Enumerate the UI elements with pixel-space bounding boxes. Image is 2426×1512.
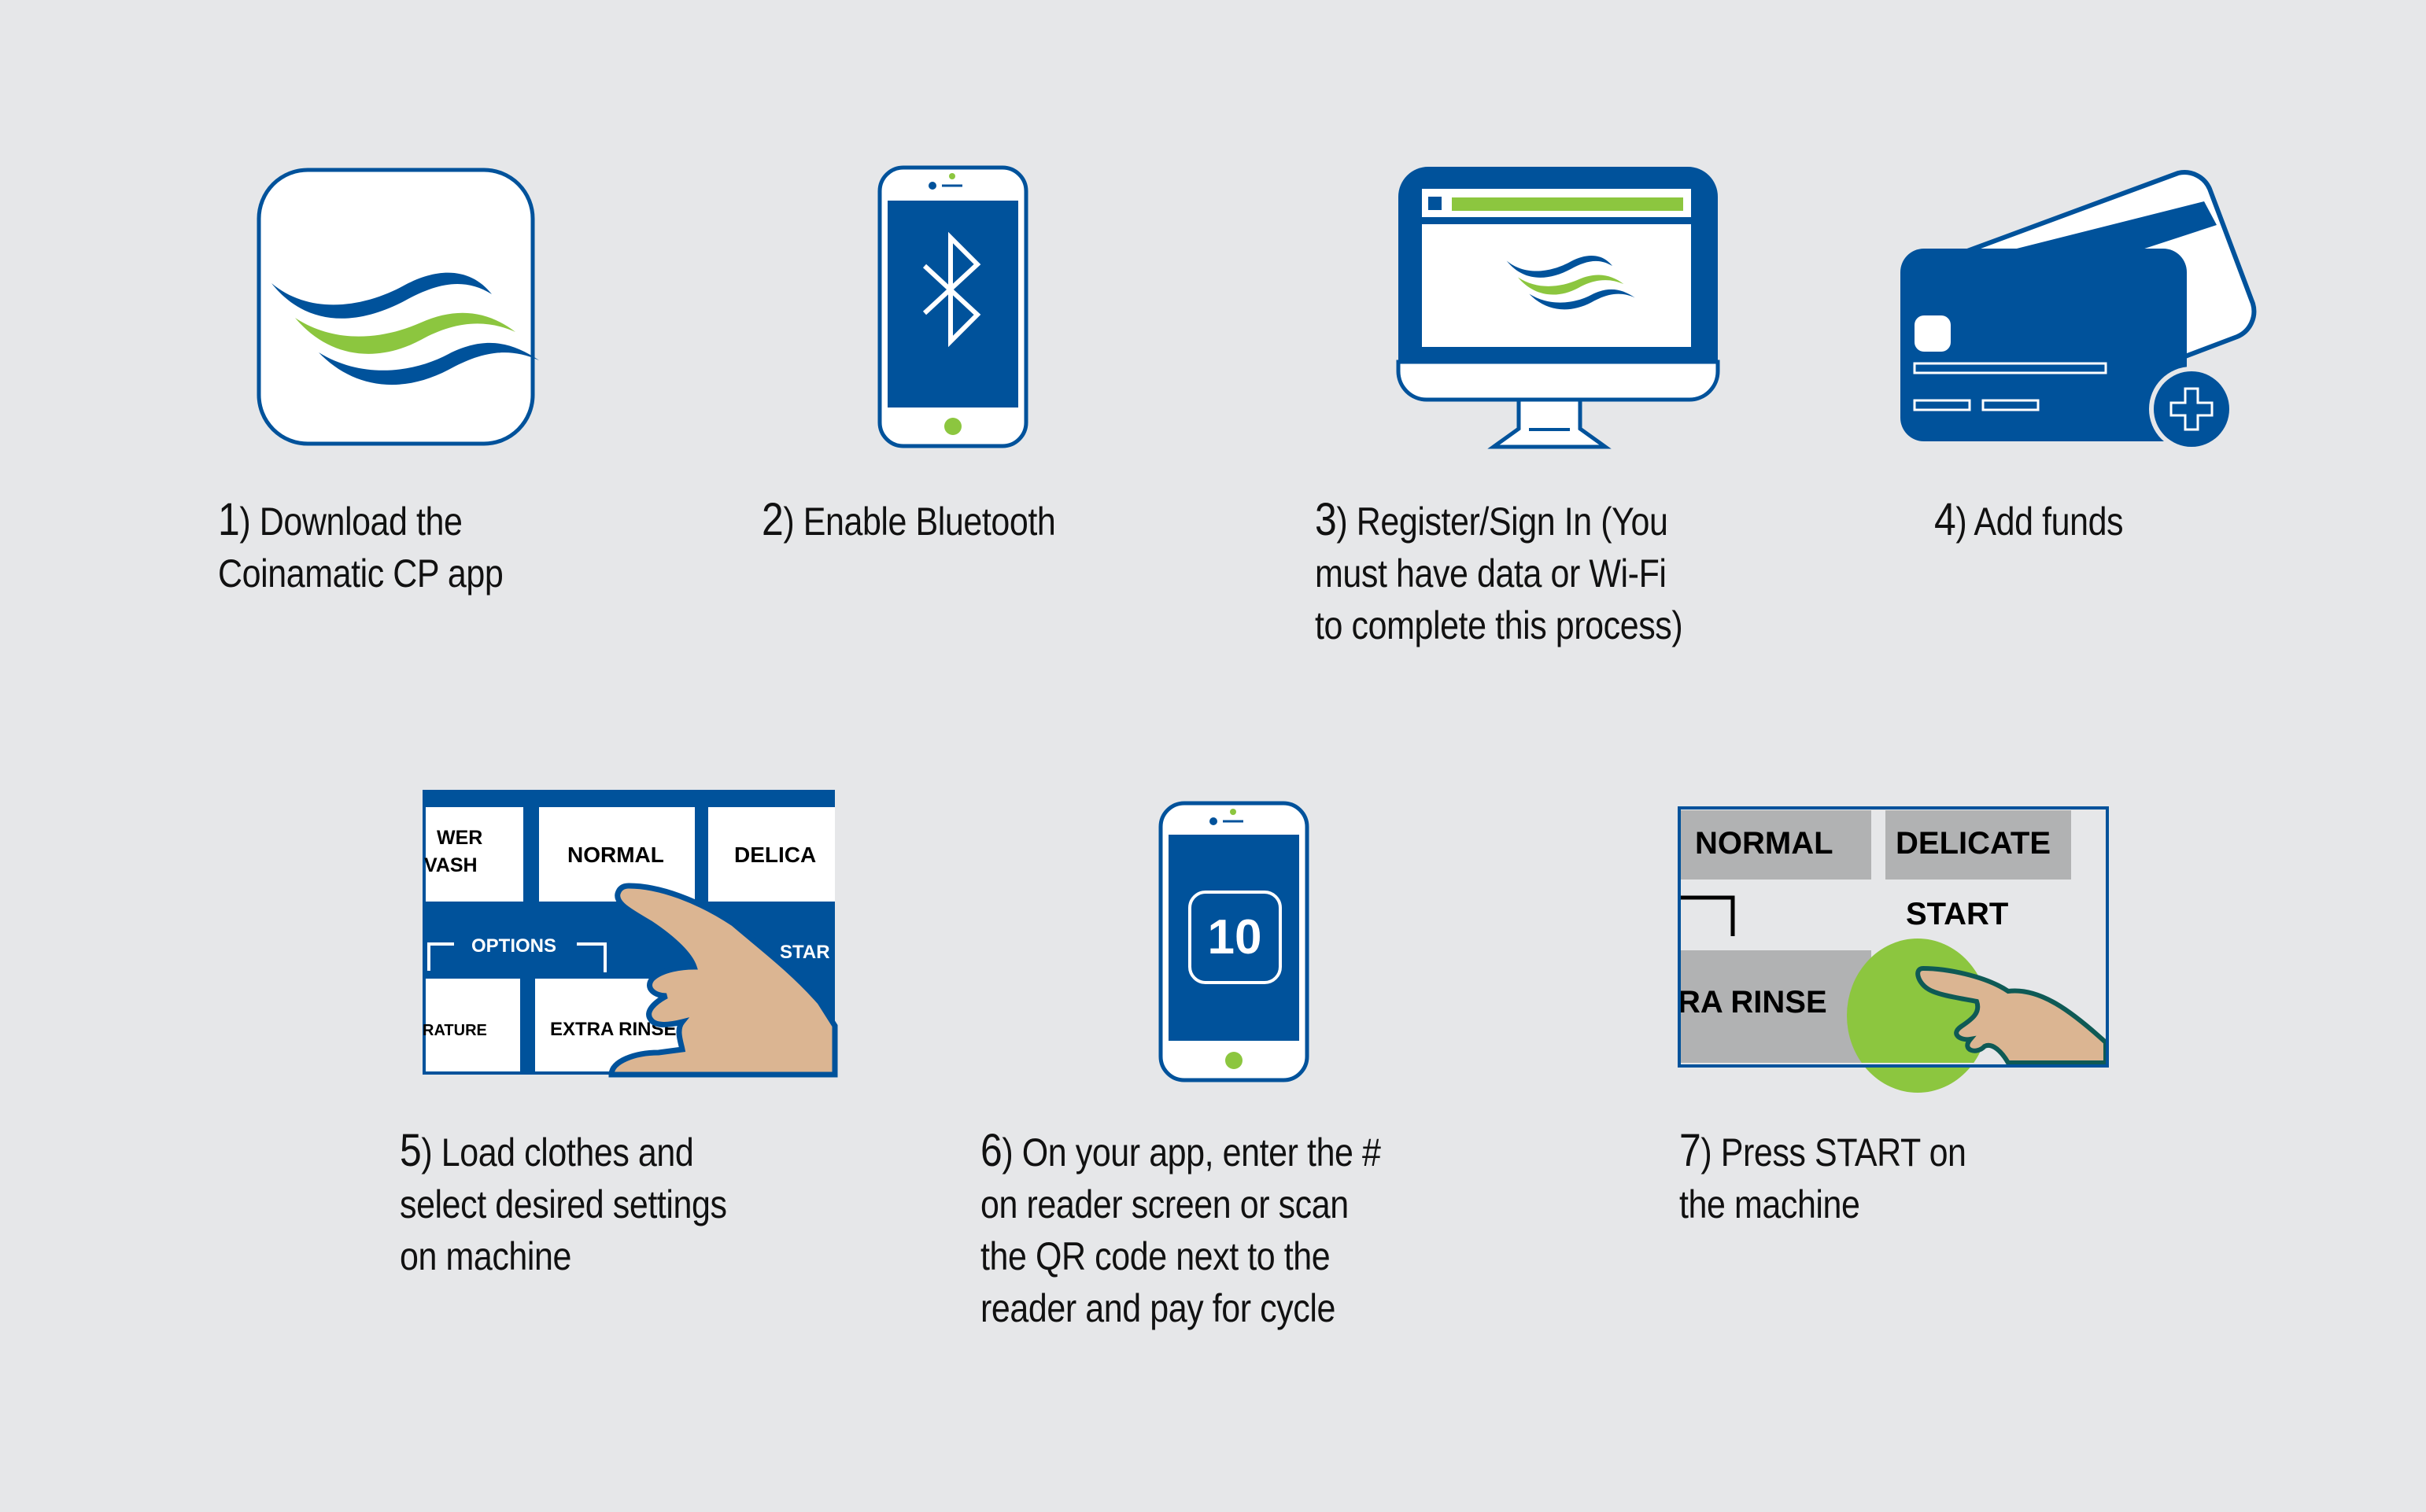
step-2-phone-icon: [877, 165, 1028, 448]
step-4-cards-icon: [1899, 164, 2257, 452]
step-2-label: 2) Enable Bluetooth: [762, 494, 1056, 548]
step-6-label: 6) On your app, enter the # on reader sc…: [980, 1125, 1381, 1334]
step-3-label: 3) Register/Sign In (You must have data …: [1315, 494, 1683, 651]
reader-number: 10: [1208, 910, 1262, 964]
phone-bluetooth-icon: [877, 165, 1028, 448]
panel5-button-power-wash-line1: WER: [437, 827, 482, 849]
coinamatic-logo-icon: [257, 168, 539, 446]
step-7-number: 7: [1679, 1125, 1701, 1176]
panel5-options-label: OPTIONS: [471, 935, 556, 957]
step-7-text: ) Press START on the machine: [1679, 1130, 1966, 1226]
panel5-start-label: STAR: [780, 942, 830, 963]
step-4-number: 4: [1934, 494, 1956, 545]
step-6-number: 6: [980, 1125, 1003, 1176]
credit-cards-add-icon: [1900, 170, 2257, 452]
step-6-text: ) On your app, enter the # on reader scr…: [980, 1130, 1381, 1330]
panel7-button-delicate: DELICATE: [1896, 826, 2051, 861]
step-2-text: ) Enable Bluetooth: [783, 500, 1056, 544]
panel5-button-temperature: RATURE: [423, 1022, 487, 1039]
step-4-label: 4) Add funds: [1934, 494, 2124, 548]
step-1-number: 1: [218, 494, 240, 545]
step-3-text: ) Register/Sign In (You must have data o…: [1315, 500, 1683, 647]
step-6-phone-icon: 10: [1158, 801, 1309, 1082]
step-1-text: ) Download the Coinamatic CP app: [218, 500, 504, 596]
panel5-button-delicate: DELICA: [734, 843, 816, 867]
step-1-app-icon: [256, 167, 539, 447]
step-3-monitor-icon: [1396, 165, 1720, 450]
panel7-start-label: START: [1906, 897, 2008, 931]
machine-settings-panel-icon: WER VASH NORMAL DELICA OPTIONS STAR RATU…: [423, 790, 838, 1078]
step-5-text: ) Load clothes and select desired settin…: [400, 1130, 727, 1278]
phone-reader-number-icon: 10: [1158, 801, 1309, 1082]
panel5-button-normal: NORMAL: [567, 843, 664, 867]
step-3-number: 3: [1315, 494, 1337, 545]
step-5-panel-icon: WER VASH NORMAL DELICA OPTIONS STAR RATU…: [423, 790, 838, 1078]
step-5-number: 5: [400, 1125, 422, 1176]
start-button-green: [1847, 939, 1988, 1093]
panel7-button-extra-rinse: RA RINSE: [1678, 985, 1827, 1020]
step-1-label: 1) Download the Coinamatic CP app: [218, 494, 504, 599]
step-4-text: ) Add funds: [1955, 500, 2124, 544]
start-button-press-icon: NORMAL DELICATE START RA RINSE: [1678, 806, 2109, 1093]
step-7-start-panel-icon: NORMAL DELICATE START RA RINSE: [1678, 806, 2109, 1093]
panel5-button-power-wash-line2: VASH: [424, 854, 478, 876]
step-7-label: 7) Press START on the machine: [1679, 1125, 1966, 1230]
step-5-label: 5) Load clothes and select desired setti…: [400, 1125, 727, 1282]
panel7-button-normal: NORMAL: [1695, 826, 1833, 861]
desktop-monitor-icon: [1396, 167, 1720, 449]
step-2-number: 2: [762, 494, 784, 545]
